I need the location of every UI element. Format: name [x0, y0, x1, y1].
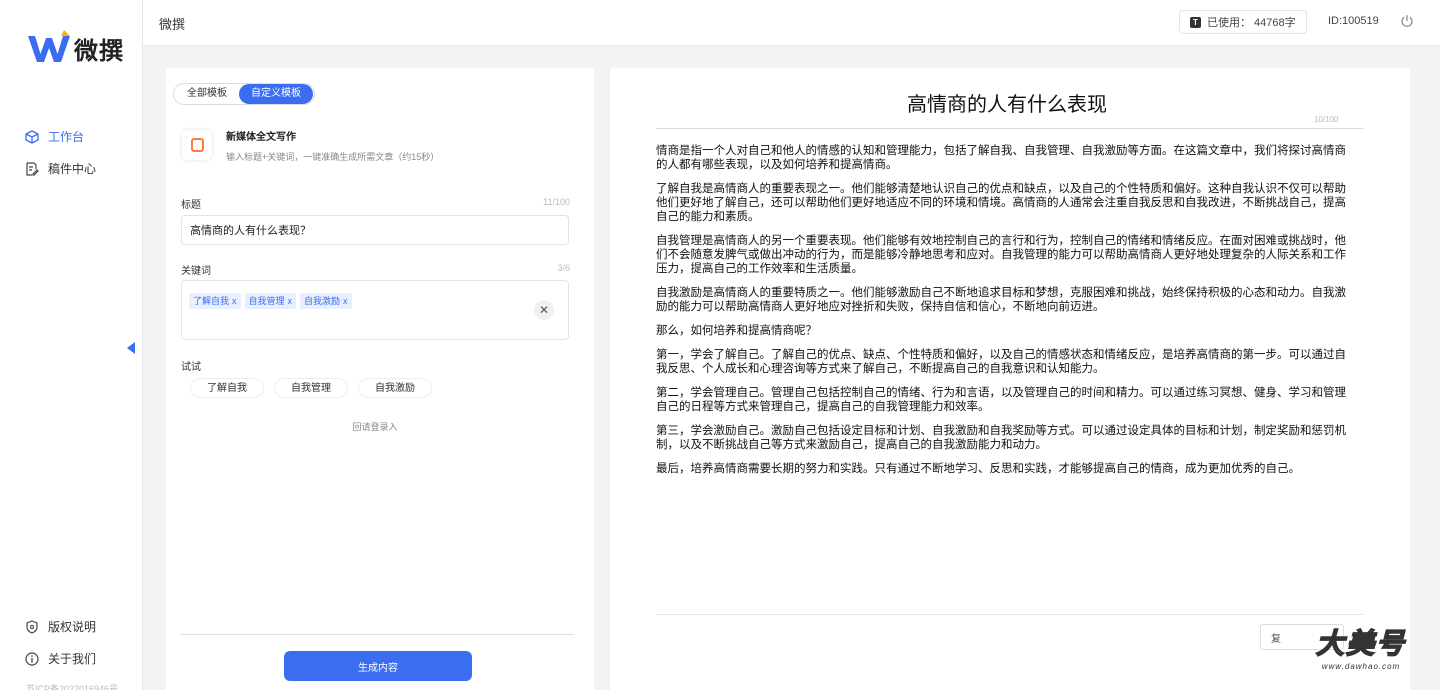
article-paragraph: 自我激励是高情商人的重要特质之一。他们能够激励自己不断地追求目标和梦想，克服困难… — [656, 287, 1346, 313]
keyword-count: 3/6 — [557, 263, 570, 273]
info-icon — [24, 651, 40, 667]
generate-button[interactable]: 生成内容 — [284, 651, 472, 681]
title-input[interactable] — [181, 215, 569, 245]
try-label: 试试 — [181, 362, 201, 373]
login-hint-link[interactable]: 回请登录入 — [166, 420, 584, 433]
template-tabs: 全部模板 自定义模板 — [173, 83, 315, 105]
divider — [656, 614, 1364, 615]
watermark-logo: 大美号 www.dawhao.com — [1300, 622, 1422, 680]
sidebar-item-about[interactable]: 关于我们 — [24, 650, 96, 667]
try-suggestion-button[interactable]: 了解自我 — [190, 378, 264, 398]
sidebar: 微撰 工作台 稿件中心 版权说明 关于我们 苏ICP备2022016946号 — [0, 0, 143, 690]
keyword-tag: 自我管理 x — [244, 293, 297, 309]
sidebar-item-label: 版权说明 — [48, 620, 97, 634]
keyword-tag: 了解自我 x — [189, 293, 241, 309]
sidebar-item-label: 工作台 — [48, 130, 85, 144]
keyword-tag-text: 自我管理 — [248, 296, 285, 306]
divider — [180, 634, 574, 635]
template-card[interactable]: 新媒体全文写作 输入标题+关键词，一键准确生成所需文章（约15秒） — [182, 128, 439, 163]
sidebar-item-label: 关于我们 — [48, 652, 97, 666]
logo-w-icon — [28, 30, 70, 62]
divider — [656, 128, 1364, 129]
template-document-icon — [182, 130, 212, 160]
header: 微撰 T 已使用： 44768字 ID:100519 — [143, 0, 1440, 46]
title-count: 11/100 — [543, 197, 570, 207]
article-title[interactable]: 高情商的人有什么表现 — [610, 88, 1404, 117]
keyword-label: 关键词 — [181, 266, 211, 277]
document-edit-icon — [24, 161, 40, 177]
text-count-icon: T — [1190, 16, 1201, 28]
collapse-sidebar-arrow-icon[interactable] — [127, 342, 135, 354]
power-icon[interactable] — [1400, 14, 1414, 28]
tab-all-templates[interactable]: 全部模板 — [175, 84, 239, 104]
watermark-text: 大美号 — [1315, 626, 1406, 661]
article-paragraph: 最后，培养高情商需要长期的努力和实践。只有通过不断地学习、反思和实践，才能够提高… — [656, 463, 1300, 475]
watermark-url: www.dawhao.com — [1321, 662, 1401, 671]
try-suggestion-button[interactable]: 自我激励 — [358, 378, 432, 398]
article-paragraph: 自我管理是高情商人的另一个重要表现。他们能够有效地控制自己的言行和行为，控制自己… — [656, 235, 1346, 275]
try-suggestion-button[interactable]: 自我管理 — [274, 378, 348, 398]
article-paragraph: 那么，如何培养和提高情商呢？ — [656, 325, 817, 337]
sidebar-item-workbench[interactable]: 工作台 — [24, 128, 84, 145]
keyword-tag: 自我激励 x — [300, 293, 352, 309]
sidebar-item-label: 稿件中心 — [48, 162, 97, 176]
input-panel: 全部模板 自定义模板 新媒体全文写作 输入标题+关键词，一键准确生成所需文章（约… — [166, 68, 594, 690]
user-id: ID:100519 — [1328, 15, 1379, 27]
article-panel: 高情商的人有什么表现 10/100 情商是指一个人对自己和他人的情感的认知和管理… — [610, 68, 1410, 690]
template-title: 新媒体全文写作 — [226, 132, 296, 143]
try-suggestions: 了解自我 自我管理 自我激励 — [190, 378, 432, 398]
remove-tag-icon[interactable]: x — [288, 296, 293, 306]
keyword-input[interactable]: 了解自我 x 自我管理 x 自我激励 x ✕ — [181, 280, 569, 340]
shield-icon — [24, 619, 40, 635]
icp-number[interactable]: 苏ICP备2022016946号 — [26, 682, 118, 690]
logo[interactable]: 微撰 — [28, 30, 124, 66]
cube-icon — [24, 129, 40, 145]
usage-label: 已使用： — [1207, 17, 1251, 29]
tab-custom-templates[interactable]: 自定义模板 — [239, 84, 313, 104]
article-paragraph: 情商是指一个人对自己和他人的情感的认知和管理能力，包括了解自我、自我管理、自我激… — [656, 145, 1346, 171]
page-title: 微撰 — [159, 17, 186, 32]
keyword-tag-text: 自我激励 — [304, 296, 341, 306]
title-label: 标题 — [181, 200, 201, 211]
template-desc: 输入标题+关键词，一键准确生成所需文章（约15秒） — [226, 152, 440, 162]
article-paragraph: 第三，学会激励自己。激励自己包括设定目标和计划、自我激励和自我奖励等方式。可以通… — [656, 425, 1346, 451]
logo-text: 微撰 — [74, 37, 124, 65]
sidebar-item-drafts[interactable]: 稿件中心 — [24, 160, 96, 177]
keyword-tags: 了解自我 x 自我管理 x 自我激励 x — [189, 293, 352, 309]
remove-tag-icon[interactable]: x — [343, 296, 348, 306]
article-paragraph: 第二，学会管理自己。管理自己包括控制自己的情绪、行为和言语，以及管理自己的时间和… — [656, 387, 1346, 413]
sidebar-item-copyright[interactable]: 版权说明 — [24, 618, 96, 635]
keyword-tag-text: 了解自我 — [193, 296, 230, 306]
article-body[interactable]: 情商是指一个人对自己和他人的情感的认知和管理能力，包括了解自我、自我管理、自我激… — [656, 144, 1356, 486]
article-paragraph: 了解自我是高情商人的重要表现之一。他们能够清楚地认识自己的优点和缺点，以及自己的… — [656, 183, 1346, 223]
article-paragraph: 第一，学会了解自己。了解自己的优点、缺点、个性特质和偏好，以及自己的情感状态和情… — [656, 349, 1346, 375]
usage-badge: T 已使用： 44768字 — [1179, 10, 1307, 34]
article-title-count: 10/100 — [1314, 115, 1339, 124]
usage-value: 44768字 — [1254, 17, 1296, 29]
clear-keywords-icon[interactable]: ✕ — [534, 300, 554, 320]
remove-tag-icon[interactable]: x — [232, 296, 237, 306]
